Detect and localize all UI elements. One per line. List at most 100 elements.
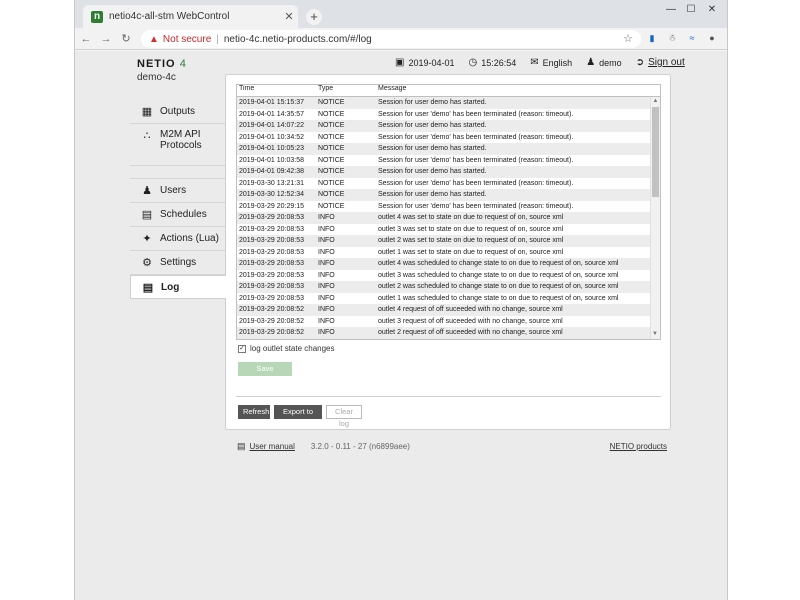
log-cell-message: outlet 3 was set to state on due to requ… bbox=[378, 225, 564, 233]
log-cell-type: NOTICE bbox=[318, 99, 345, 106]
log-cell-type: INFO bbox=[318, 225, 335, 233]
signout-icon: ➲ bbox=[635, 57, 645, 68]
log-table-header: Time Type Message bbox=[237, 85, 660, 97]
page-footer: ▤ User manual 3.2.0 - 0.11 - 27 (n6899ae… bbox=[237, 441, 667, 452]
log-cell-message: Session for user demo has started. bbox=[378, 122, 487, 129]
log-cell-time: 2019-04-01 10:03:58 bbox=[239, 156, 304, 164]
log-cell-message: Session for user 'demo' has been termina… bbox=[378, 179, 574, 187]
log-cell-message: outlet 3 was scheduled to change state t… bbox=[378, 271, 619, 279]
menu-icon[interactable]: ⋮ bbox=[725, 31, 727, 45]
log-cell-message: outlet 1 was set to state on due to requ… bbox=[378, 248, 564, 256]
log-row: 2019-03-29 20:08:53 INFO outlet 4 was sche… bbox=[237, 258, 651, 270]
log-cell-type: INFO bbox=[318, 271, 335, 279]
extension-icon[interactable]: ● bbox=[705, 31, 719, 45]
log-outlet-checkbox[interactable]: ✓ bbox=[238, 344, 246, 353]
log-cell-time: 2019-04-01 10:34:52 bbox=[239, 133, 304, 141]
log-cell-time: 2019-04-01 15:15:37 bbox=[239, 99, 304, 106]
log-cell-type: NOTICE bbox=[318, 202, 345, 210]
tab-title: netio4c-all-stm WebControl bbox=[109, 11, 230, 22]
log-outlet-state-option[interactable]: ✓ log outlet state changes bbox=[238, 344, 335, 353]
log-cell-type: INFO bbox=[318, 317, 335, 325]
log-cell-time: 2019-03-29 20:08:53 bbox=[239, 214, 304, 221]
checkbox-label: log outlet state changes bbox=[250, 344, 335, 353]
extension-icon[interactable]: ▮ bbox=[645, 31, 659, 45]
refresh-button[interactable]: Refresh bbox=[238, 405, 270, 419]
log-cell-message: Session for user 'demo' has been termina… bbox=[378, 202, 574, 210]
log-cell-type: INFO bbox=[318, 283, 335, 290]
tab-bar: n netio4c-all-stm WebControl ✕ + — ☐ ✕ bbox=[75, 0, 727, 28]
log-cell-type: INFO bbox=[318, 248, 335, 256]
log-cell-type: NOTICE bbox=[318, 191, 345, 198]
log-scrollbar[interactable]: ▲ bbox=[650, 97, 660, 339]
export-button[interactable]: Export to file bbox=[274, 405, 322, 428]
log-cell-time: 2019-04-01 10:05:23 bbox=[239, 145, 304, 152]
log-cell-type: INFO bbox=[318, 294, 335, 302]
sidebar-item-log[interactable]: ▤ Log bbox=[130, 275, 226, 299]
save-changes-button[interactable]: Save Changes bbox=[238, 362, 292, 385]
log-row: 2019-03-29 20:08:53 INFO outlet 4 was set … bbox=[237, 212, 651, 224]
log-cell-message: Session for user demo has started. bbox=[378, 145, 487, 152]
actions-icon: ✦ bbox=[142, 233, 152, 245]
log-cell-message: outlet 4 was set to state on due to requ… bbox=[378, 214, 564, 221]
clock-icon: ◷ bbox=[468, 57, 478, 68]
log-icon: ▤ bbox=[142, 281, 154, 294]
not-secure-label: Not secure bbox=[162, 33, 212, 45]
maximize-icon[interactable]: ☐ bbox=[684, 4, 698, 15]
new-tab-button[interactable]: + bbox=[306, 9, 322, 25]
column-header-type: Type bbox=[318, 85, 334, 92]
log-cell-time: 2019-04-01 14:35:57 bbox=[239, 110, 304, 118]
clear-log-button[interactable]: Clear log bbox=[326, 405, 362, 428]
log-cell-time: 2019-03-29 20:08:53 bbox=[239, 225, 304, 233]
document-icon: ▤ bbox=[237, 441, 246, 451]
firmware-version: 3.2.0 - 0.11 - 27 (n6899aee) bbox=[310, 442, 410, 451]
log-cell-time: 2019-03-29 20:29:15 bbox=[239, 202, 304, 210]
extension-icon[interactable]: ☃ bbox=[665, 31, 679, 45]
log-row: 2019-03-29 20:08:53 INFO outlet 3 was set … bbox=[237, 223, 651, 235]
log-row: 2019-04-01 10:34:52 NOTICE Session for use… bbox=[237, 131, 651, 143]
gear-icon: ⚙ bbox=[142, 257, 152, 269]
log-cell-time: 2019-03-29 20:08:52 bbox=[239, 329, 304, 336]
url-text: netio-4c.netio-products.com/#/log bbox=[223, 33, 372, 45]
web-page: NETIO 4 demo-4c ▣ 2019-04-01 ◷ 15:26:54 ✉ E… bbox=[75, 51, 727, 600]
minimize-icon[interactable]: — bbox=[664, 4, 678, 15]
language-icon: ✉ bbox=[530, 57, 539, 68]
log-panel: Time Type Message 2019-04-01 15:15:37 NOT… bbox=[225, 74, 671, 430]
log-cell-time: 2019-04-01 09:42:38 bbox=[239, 168, 304, 175]
log-cell-message: outlet 2 was set to state on due to requ… bbox=[378, 237, 564, 244]
log-cell-type: NOTICE bbox=[318, 168, 345, 175]
extension-icon[interactable]: ≈ bbox=[685, 31, 699, 45]
warning-icon: ▲ bbox=[149, 33, 159, 45]
device-name: demo-4c bbox=[137, 72, 176, 83]
log-cell-message: Session for user 'demo' has been termina… bbox=[378, 133, 574, 141]
log-cell-time: 2019-03-29 20:08:53 bbox=[239, 271, 304, 279]
column-header-message: Message bbox=[378, 85, 407, 92]
log-cell-message: outlet 1 was scheduled to change state t… bbox=[378, 294, 619, 302]
reload-icon[interactable]: ↻ bbox=[117, 32, 135, 45]
back-icon[interactable]: ← bbox=[77, 33, 95, 45]
scroll-up-icon[interactable]: ▲ bbox=[651, 97, 660, 106]
log-table: Time Type Message 2019-04-01 15:15:37 NOT… bbox=[236, 84, 661, 340]
tab-close-icon[interactable]: ✕ bbox=[280, 10, 298, 23]
log-cell-time: 2019-03-29 20:08:53 bbox=[239, 248, 304, 256]
window-close-icon[interactable]: ✕ bbox=[705, 4, 719, 15]
log-cell-message: outlet 4 request of off suceeded with no… bbox=[378, 306, 563, 313]
log-row: 2019-04-01 10:05:23 NOTICE Session for use… bbox=[237, 143, 651, 155]
netio-products-link[interactable]: NETIO products bbox=[610, 442, 667, 451]
date-display: ▣ 2019-04-01 bbox=[395, 57, 455, 68]
address-separator: | bbox=[216, 33, 219, 45]
log-row: 2019-03-29 20:08:53 INFO outlet 2 was sche… bbox=[237, 281, 651, 293]
log-cell-message: Session for user demo has started. bbox=[378, 191, 487, 198]
user-manual-link[interactable]: User manual bbox=[250, 442, 295, 451]
log-cell-time: 2019-03-29 20:08:53 bbox=[239, 294, 304, 302]
address-bar[interactable]: ▲ Not secure | netio-4c.netio-products.c… bbox=[141, 30, 641, 48]
browser-tab[interactable]: n netio4c-all-stm WebControl ✕ bbox=[83, 5, 298, 28]
user-icon: ♟ bbox=[586, 57, 596, 68]
signout-link[interactable]: ➲ Sign out bbox=[636, 57, 685, 68]
log-cell-type: INFO bbox=[318, 214, 335, 221]
scrollbar-thumb[interactable] bbox=[652, 107, 659, 197]
scroll-down-icon[interactable]: ▼ bbox=[650, 330, 660, 339]
language-selector[interactable]: ✉ English bbox=[530, 57, 572, 68]
log-row: 2019-03-29 20:08:53 INFO outlet 1 was set … bbox=[237, 246, 651, 258]
forward-icon[interactable]: → bbox=[97, 33, 115, 45]
bookmark-star-icon[interactable]: ☆ bbox=[623, 32, 633, 45]
